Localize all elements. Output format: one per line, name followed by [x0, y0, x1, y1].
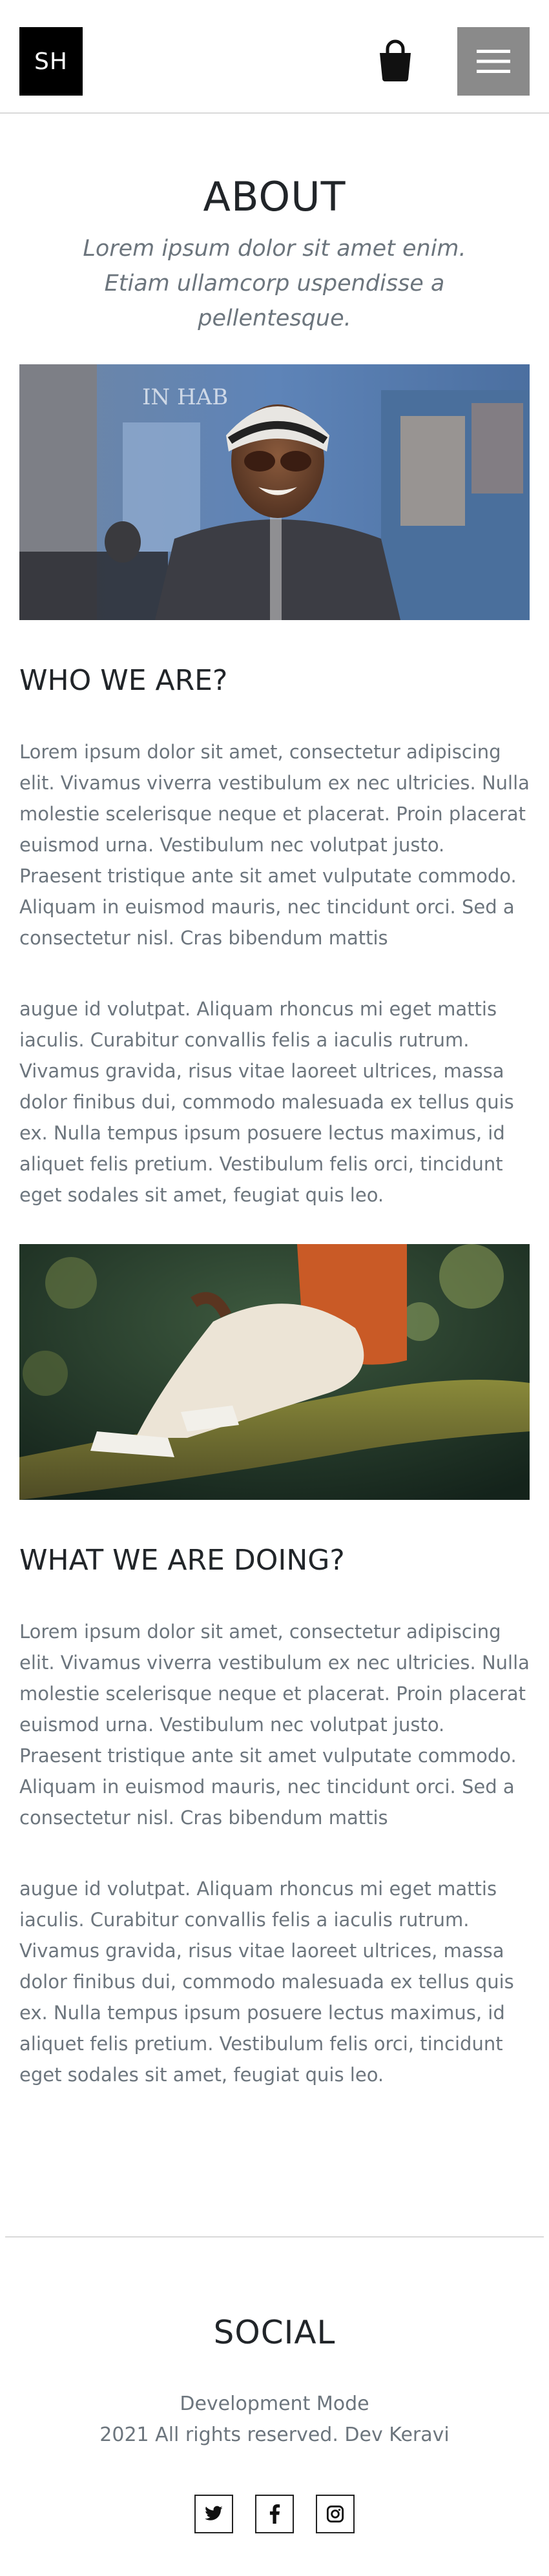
twitter-icon	[205, 2506, 223, 2520]
page-title: ABOUT	[203, 173, 346, 220]
page-subtitle: Lorem ipsum dolor sit amet enim. Etiam u…	[83, 236, 466, 331]
logo-text: SH	[34, 48, 68, 75]
twitter-button[interactable]	[194, 2495, 233, 2533]
section-paragraph: Lorem ipsum dolor sit amet, consectetur …	[19, 1621, 530, 1829]
site-header: SH	[0, 0, 549, 114]
facebook-button[interactable]	[255, 2495, 294, 2533]
section-title-what-we-are-doing: WHAT WE ARE DOING?	[19, 1544, 345, 1577]
about-photo-portrait: IN HAB	[19, 364, 530, 620]
social-links	[0, 2495, 549, 2536]
instagram-button[interactable]	[316, 2495, 355, 2533]
site-logo[interactable]: SH	[19, 27, 83, 96]
footer-divider	[5, 2236, 544, 2238]
section-paragraph: Lorem ipsum dolor sit amet, consectetur …	[19, 741, 530, 949]
facebook-icon	[269, 2504, 280, 2524]
section-paragraph: augue id volutpat. Aliquam rhoncus mi eg…	[19, 998, 514, 1206]
instagram-icon	[326, 2505, 344, 2523]
about-photo-tree	[19, 1244, 530, 1500]
svg-text:IN HAB: IN HAB	[142, 384, 228, 410]
hamburger-menu-icon	[477, 50, 510, 73]
footer-title: SOCIAL	[213, 2314, 336, 2351]
menu-button[interactable]	[457, 27, 530, 96]
footer-copyright: 2021 All rights reserved. Dev Keravi	[99, 2424, 450, 2446]
section-title-who-we-are: WHO WE ARE?	[19, 664, 228, 697]
section-paragraph: augue id volutpat. Aliquam rhoncus mi eg…	[19, 1878, 514, 2086]
footer-mode-text: Development Mode	[180, 2393, 369, 2415]
shopping-bag-icon[interactable]	[376, 39, 415, 83]
